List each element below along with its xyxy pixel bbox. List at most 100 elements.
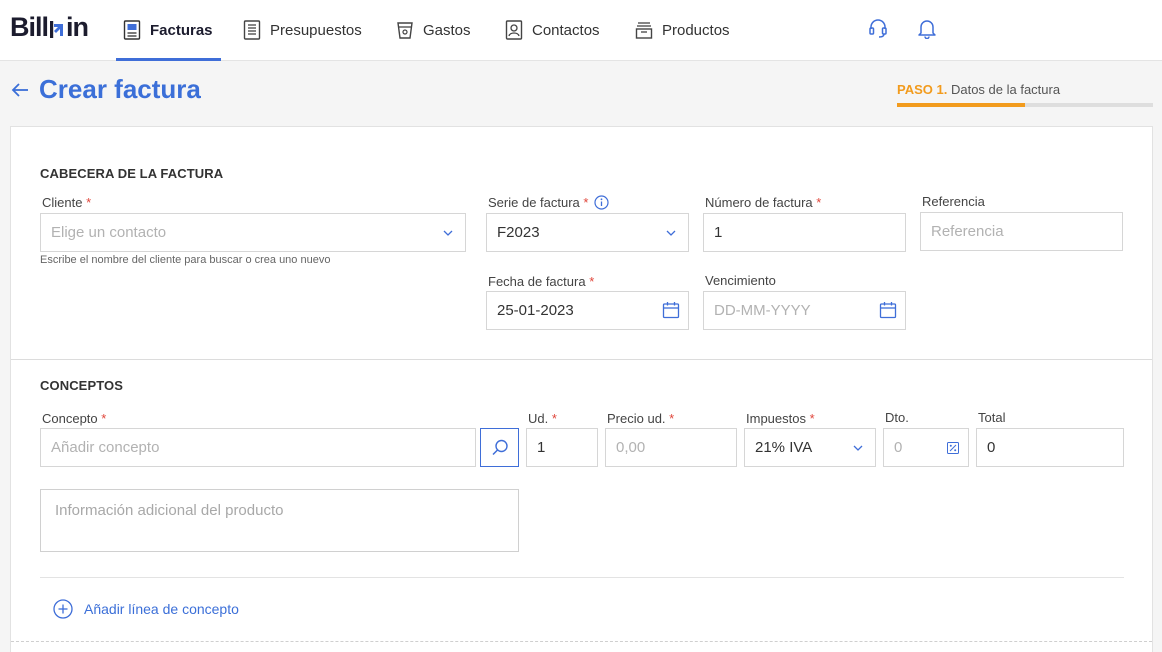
nav-label: Productos xyxy=(662,21,730,39)
nav-item-gastos[interactable]: Gastos xyxy=(396,0,471,60)
precio-label: Precio ud. * xyxy=(607,411,674,426)
box-icon xyxy=(635,20,653,40)
chevron-down-icon xyxy=(443,230,453,236)
label-text: Concepto xyxy=(42,411,98,426)
serie-value: F2023 xyxy=(497,224,540,241)
concepto-label: Concepto * xyxy=(42,411,106,426)
total-label: Total xyxy=(978,410,1006,425)
section-title-cabecera: CABECERA DE LA FACTURA xyxy=(40,166,224,181)
step-indicator: PASO 1. Datos de la factura xyxy=(897,82,1060,97)
cliente-placeholder: Elige un contacto xyxy=(51,224,167,241)
nav-item-facturas[interactable]: Facturas xyxy=(116,0,221,61)
label-text: Precio ud. xyxy=(607,411,666,426)
nav-label: Presupuestos xyxy=(270,21,362,39)
impuestos-value: 21% IVA xyxy=(755,439,813,456)
referencia-placeholder: Referencia xyxy=(931,223,1004,240)
bell-icon[interactable] xyxy=(916,17,938,40)
required-mark: * xyxy=(816,195,822,210)
required-mark: * xyxy=(809,411,815,426)
label-text: Ud. xyxy=(528,411,549,426)
ud-label: Ud. * xyxy=(528,411,557,426)
vencimiento-label: Vencimiento xyxy=(705,273,776,288)
total-input: 0 xyxy=(976,428,1124,467)
add-line-label: Añadir línea de concepto xyxy=(84,601,239,617)
calendar-icon[interactable] xyxy=(879,301,897,319)
dto-label: Dto. xyxy=(885,410,909,425)
serie-label: Serie de factura * xyxy=(488,195,609,210)
nav-label: Gastos xyxy=(423,21,471,39)
vencimiento-input[interactable]: DD-MM-YYYY xyxy=(703,291,906,330)
nav-label: Contactos xyxy=(532,21,600,39)
step-label: Datos de la factura xyxy=(950,82,1061,97)
concepto-input[interactable]: Añadir concepto xyxy=(40,428,476,467)
info-adicional-placeholder: Información adicional del producto xyxy=(55,502,284,519)
required-mark: * xyxy=(551,411,557,426)
logo-mark-icon xyxy=(49,16,65,38)
calendar-icon[interactable] xyxy=(662,301,680,319)
chevron-down-icon xyxy=(853,445,863,451)
cup-icon xyxy=(396,20,414,40)
required-mark: * xyxy=(86,195,92,210)
concepto-placeholder: Añadir concepto xyxy=(51,439,160,456)
nav-item-presupuestos[interactable]: Presupuestos xyxy=(243,0,362,60)
search-concepto-button[interactable] xyxy=(480,428,519,467)
ud-value: 1 xyxy=(537,439,546,456)
section-divider xyxy=(11,359,1152,360)
step-number: PASO 1. xyxy=(897,82,948,97)
fecha-label: Fecha de factura * xyxy=(488,274,594,289)
chevron-down-icon xyxy=(666,230,676,236)
impuestos-select[interactable]: 21% IVA xyxy=(744,428,876,467)
label-text: Serie de factura xyxy=(488,195,580,210)
fecha-input[interactable]: 25-01-2023 xyxy=(486,291,689,330)
billin-logo[interactable]: Bill in xyxy=(10,11,89,42)
required-mark: * xyxy=(669,411,675,426)
fecha-value: 25-01-2023 xyxy=(497,302,574,319)
nav-item-contactos[interactable]: Contactos xyxy=(505,0,600,60)
dto-input[interactable]: 0 xyxy=(883,428,969,467)
step-progress-fill xyxy=(897,103,1025,107)
label-text: Impuestos xyxy=(746,411,806,426)
document-list-icon xyxy=(243,20,261,40)
dashed-divider xyxy=(11,641,1152,642)
search-icon xyxy=(491,439,508,455)
serie-select[interactable]: F2023 xyxy=(486,213,689,252)
numero-value: 1 xyxy=(714,224,723,241)
info-adicional-textarea[interactable]: Información adicional del producto xyxy=(40,489,519,552)
info-icon[interactable] xyxy=(594,195,609,210)
cliente-select[interactable]: Elige un contacto xyxy=(40,213,466,252)
label-text: Número de factura xyxy=(705,195,813,210)
required-mark: * xyxy=(101,411,107,426)
logo-text: in xyxy=(66,11,89,42)
impuestos-label: Impuestos * xyxy=(746,411,815,426)
contact-card-icon xyxy=(505,20,523,40)
nav-item-productos[interactable]: Productos xyxy=(635,0,730,60)
referencia-label: Referencia xyxy=(922,194,985,209)
nav-label: Facturas xyxy=(150,21,213,39)
ud-input[interactable]: 1 xyxy=(526,428,598,467)
vencimiento-placeholder: DD-MM-YYYY xyxy=(714,302,811,319)
back-arrow-icon[interactable] xyxy=(10,80,30,100)
top-navbar: Bill in Facturas Presupuestos Gastos Con… xyxy=(0,0,1162,61)
section-title-conceptos: CONCEPTOS xyxy=(40,378,124,393)
required-mark: * xyxy=(583,195,589,210)
precio-input[interactable]: 0,00 xyxy=(605,428,737,467)
invoice-form-card: CABECERA DE LA FACTURA Cliente * Elige u… xyxy=(10,126,1153,652)
required-mark: * xyxy=(589,274,595,289)
numero-input[interactable]: 1 xyxy=(703,213,906,252)
page-title: Crear factura xyxy=(39,74,201,104)
label-text: Cliente xyxy=(42,195,83,210)
precio-placeholder: 0,00 xyxy=(616,439,646,456)
total-value: 0 xyxy=(987,439,996,456)
add-concept-line-button[interactable]: Añadir línea de concepto xyxy=(53,599,239,619)
add-circle-icon xyxy=(53,599,73,619)
numero-label: Número de factura * xyxy=(705,195,821,210)
logo-text: Bill xyxy=(10,11,49,42)
invoice-icon xyxy=(123,20,141,40)
cliente-hint: Escribe el nombre del cliente para busca… xyxy=(40,254,331,266)
concept-divider xyxy=(40,577,1124,578)
headset-icon[interactable] xyxy=(867,17,889,39)
cliente-label: Cliente * xyxy=(42,195,91,210)
dto-placeholder: 0 xyxy=(894,439,903,456)
referencia-input[interactable]: Referencia xyxy=(920,212,1123,251)
percent-toggle-icon[interactable] xyxy=(947,442,959,454)
